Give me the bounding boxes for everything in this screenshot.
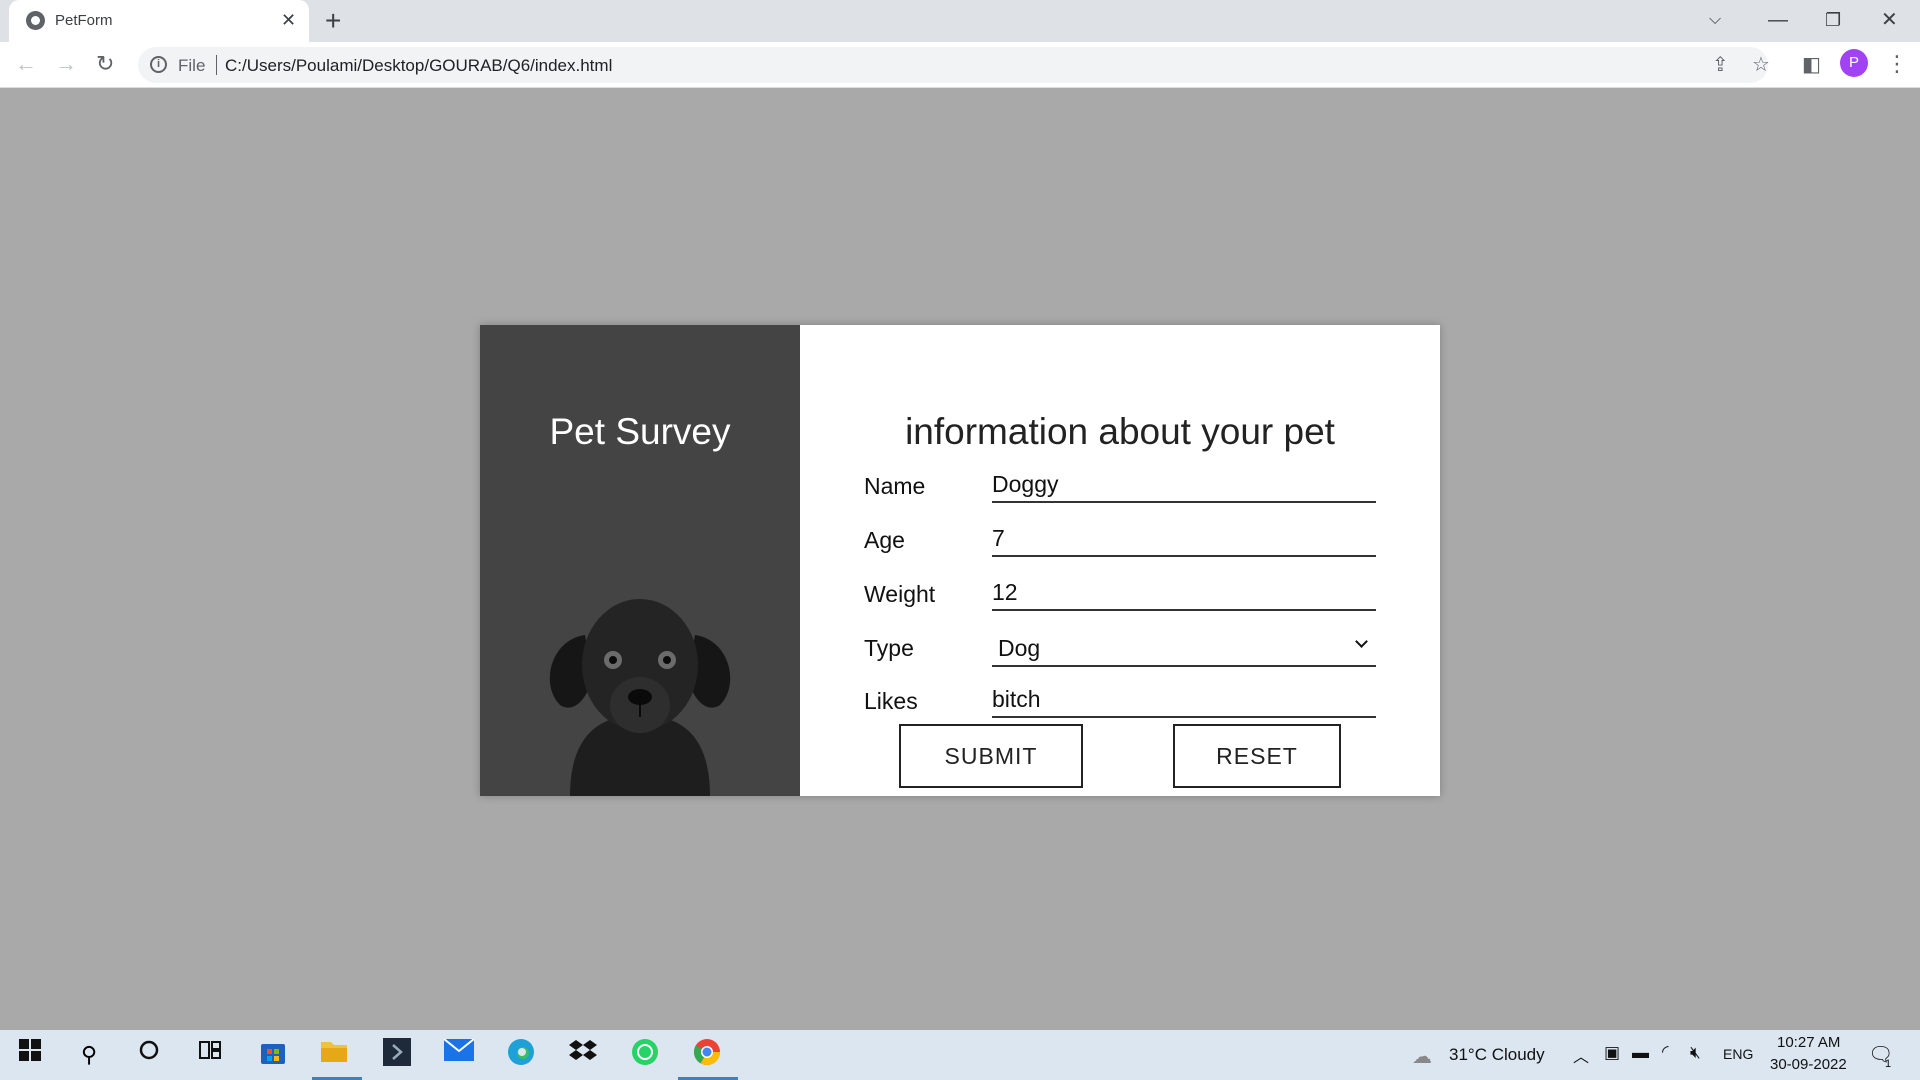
weight-label: Weight [864,581,936,607]
clock-time[interactable]: 10:27 AM [1777,1034,1840,1051]
name-input[interactable] [992,467,1376,503]
reset-button[interactable]: RESET [1173,724,1341,788]
battery-icon[interactable]: ▬ [1632,1043,1649,1063]
form-title: information about your pet [905,411,1335,452]
type-select[interactable]: Dog [864,629,1380,669]
address-bar[interactable]: i File C:/Users/Poulami/Desktop/GOURAB/Q… [138,47,1768,83]
menu-dots-icon[interactable]: ⋮ [1886,51,1908,77]
age-label: Age [864,527,905,553]
url-scheme: File [178,56,206,75]
weather-text[interactable]: 31°C Cloudy [1449,1045,1545,1065]
likes-label: Likes [864,688,918,714]
restore-button[interactable]: ❐ [1825,6,1841,34]
forward-icon[interactable]: → [55,51,77,77]
browser-tab-bar: PetForm ✕ + ⌵ — ❐ ✕ [0,0,1920,42]
bookmark-star-icon[interactable]: ☆ [1752,53,1770,77]
browser-toolbar: ← → ↻ i File C:/Users/Poulami/Desktop/GO… [0,42,1920,88]
chevron-down-icon [1355,635,1368,648]
type-underline [992,665,1376,667]
share-icon[interactable]: ⇪ [1712,53,1729,77]
tab-title: PetForm [55,12,113,29]
back-icon[interactable]: ← [15,51,37,77]
close-window-button[interactable]: ✕ [1881,6,1898,34]
visual-studio-icon[interactable] [380,1038,414,1072]
age-input[interactable] [992,521,1376,557]
tab-search-icon[interactable]: ⌵ [1709,6,1721,34]
name-label: Name [864,473,926,499]
pet-survey-card: Pet Survey information about your pet Na… [480,325,1440,796]
new-tab-button[interactable]: + [325,6,341,36]
left-panel: Pet Survey [480,325,800,796]
notification-count: 1 [1885,1058,1892,1070]
edge-icon[interactable] [504,1038,538,1072]
weight-row: Weight [864,575,1380,611]
minimize-button[interactable]: — [1768,6,1788,34]
close-tab-icon[interactable]: ✕ [281,9,296,31]
file-explorer-icon[interactable] [317,1038,351,1072]
chrome-icon[interactable] [690,1038,724,1072]
clock-date[interactable]: 30-09-2022 [1770,1056,1847,1073]
cloud-icon: ☁ [1412,1046,1432,1068]
type-row: Type Dog [864,629,1380,667]
url-text[interactable]: C:/Users/Poulami/Desktop/GOURAB/Q6/index… [225,56,612,76]
chevron-up-icon[interactable]: ︿ [1573,1043,1589,1067]
info-icon[interactable]: i [150,56,167,73]
store-icon[interactable] [256,1038,290,1072]
name-row: Name [864,467,1380,503]
mail-icon[interactable] [442,1038,476,1072]
survey-title: Pet Survey [549,411,731,452]
search-icon[interactable]: ⚲ [72,1038,106,1072]
weight-input[interactable] [992,575,1376,611]
wifi-icon[interactable]: ◜ [1662,1042,1669,1062]
submit-button[interactable]: SUBMIT [899,724,1083,788]
language-indicator[interactable]: ENG [1723,1046,1753,1062]
cortana-icon[interactable] [132,1038,166,1072]
profile-avatar[interactable]: P [1840,49,1868,77]
meet-icon[interactable]: ▣ [1604,1043,1620,1063]
reload-icon[interactable]: ↻ [96,51,114,77]
likes-row: Likes [864,682,1380,718]
windows-taskbar: ⚲ ☁ 31°C Cloudy ︿ ▣ ▬ ◜ 🔇︎ ENG 10:27 AM … [0,1030,1920,1080]
likes-input[interactable] [992,682,1376,718]
dropbox-icon[interactable] [566,1038,600,1072]
dog-image [549,599,731,796]
volume-muted-icon[interactable]: 🔇︎ [1690,1043,1701,1063]
task-view-icon[interactable] [193,1038,227,1072]
browser-tab[interactable]: PetForm ✕ [9,0,309,42]
windows-start-icon[interactable] [13,1038,47,1072]
type-selected-value: Dog [998,635,1041,661]
side-panel-icon[interactable]: ◧ [1802,53,1821,77]
url-separator [216,55,217,75]
globe-icon [26,11,45,30]
age-row: Age [864,521,1380,557]
whatsapp-icon[interactable] [628,1038,662,1072]
